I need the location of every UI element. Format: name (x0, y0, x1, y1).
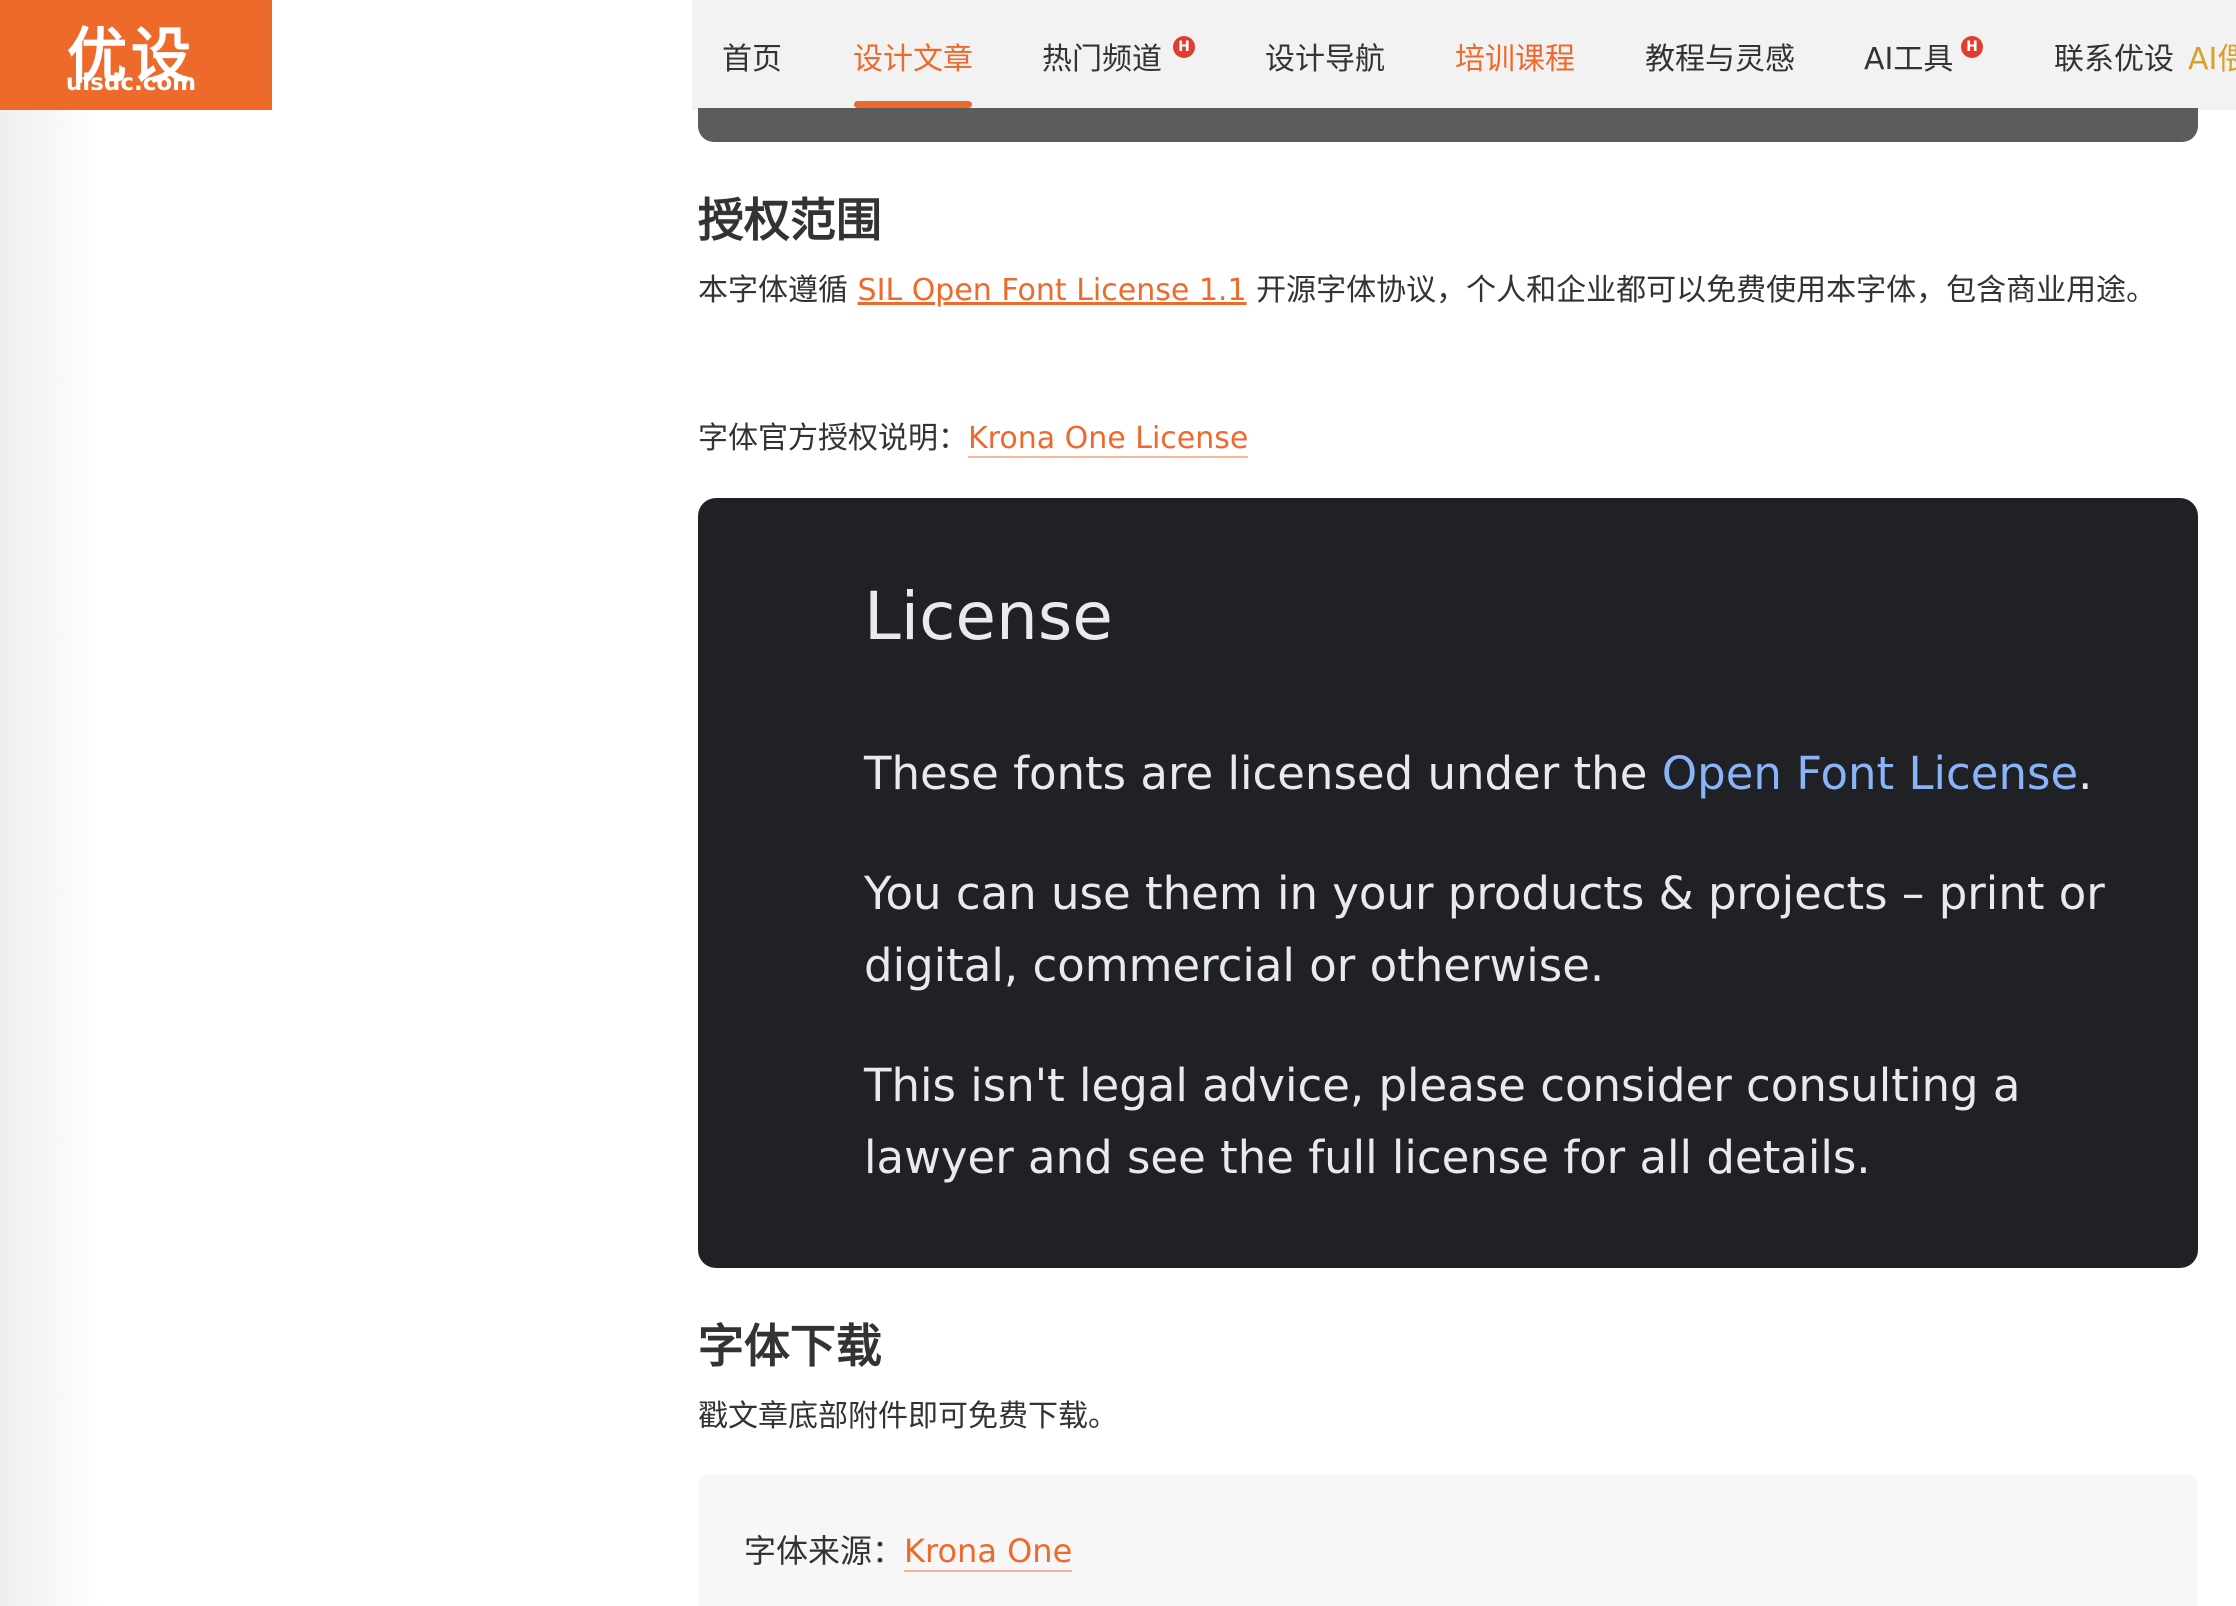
license-para-prefix: 本字体遵循 (698, 273, 858, 308)
nav-item-contact[interactable]: 联系优设 (2054, 34, 2174, 78)
section-title-license: 授权范围 (698, 193, 882, 247)
license-image-line1: These fonts are licensed under the Open … (864, 738, 2124, 810)
nav-item-design-navigation[interactable]: 设计导航 (1265, 34, 1385, 78)
license-para-suffix: 开源字体协议，个人和企业都可以免费使用本字体，包含商业用途。 (1246, 273, 2157, 308)
nav-item-hot-channels[interactable]: 热门频道 (1042, 34, 1162, 78)
official-license-label: 字体官方授权说明： (698, 421, 968, 456)
hot-badge-icon: H (1173, 36, 1195, 58)
license-image-para3: This isn't legal advice, please consider… (864, 1059, 2021, 1184)
nav-item-ai-tools[interactable]: AI工具 (1864, 34, 1953, 78)
sil-license-link[interactable]: SIL Open Font License 1.1 (858, 273, 1247, 308)
license-image-title: License (864, 578, 1113, 655)
logo-domain: uisdc.com (65, 70, 197, 96)
nav-active-indicator (854, 101, 972, 108)
font-source-line: 字体来源：Krona One (744, 1526, 1073, 1572)
official-license-line: 字体官方授权说明：Krona One License (698, 410, 2200, 468)
left-panel (0, 110, 100, 1606)
nav-item-training[interactable]: 培训课程 (1455, 34, 1575, 78)
nav-item-tutorials[interactable]: 教程与灵感 (1645, 34, 1795, 78)
nav-item-home[interactable]: 首页 (722, 34, 782, 78)
site-header: 优设 uisdc.com 首页 设计文章 热门频道 H 设计导航 培训课程 教程… (0, 0, 2236, 110)
font-source-label: 字体来源： (744, 1532, 905, 1570)
font-source-link[interactable]: Krona One (904, 1532, 1073, 1572)
krona-license-link[interactable]: Krona One License (968, 421, 1249, 458)
nav-item-design-articles[interactable]: 设计文章 (853, 34, 973, 78)
license-line1-suffix: . (2078, 747, 2093, 800)
open-font-license-link: Open Font License (1661, 747, 2079, 800)
site-logo[interactable]: 优设 uisdc.com (0, 0, 272, 110)
hot-badge-icon: H (1961, 36, 1983, 58)
license-image-para2: You can use them in your products & proj… (864, 867, 2105, 992)
download-text: 戳文章底部附件即可免费下载。 (698, 1399, 1118, 1434)
section-title-download: 字体下载 (698, 1319, 882, 1373)
license-paragraph: 本字体遵循 SIL Open Font License 1.1 开源字体协议，个… (698, 262, 2200, 320)
previous-image-block (698, 108, 2198, 142)
nav-item-ai-cut[interactable]: AI偎 (2188, 34, 2236, 78)
license-line1-prefix: These fonts are licensed under the (864, 747, 1662, 800)
